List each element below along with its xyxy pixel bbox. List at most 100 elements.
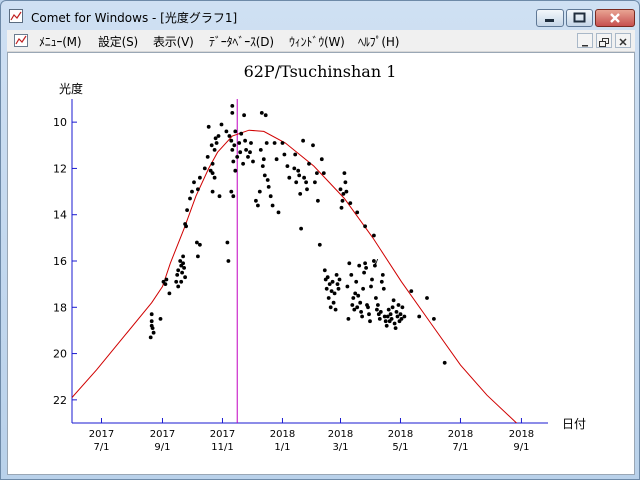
observation-point bbox=[368, 319, 372, 324]
observation-point bbox=[185, 208, 190, 213]
menu-item-window[interactable]: ｳｨﾝﾄﾞｳ(W) bbox=[289, 33, 345, 50]
observation-point bbox=[393, 326, 398, 330]
observation-point bbox=[183, 275, 188, 280]
observation-point bbox=[378, 310, 383, 314]
observation-point bbox=[339, 205, 344, 210]
observation-point bbox=[344, 189, 349, 194]
observation-point bbox=[225, 240, 230, 245]
observation-point bbox=[229, 138, 234, 143]
minimize-icon bbox=[545, 19, 554, 22]
observation-point bbox=[380, 273, 385, 277]
menu-item-database[interactable]: ﾃﾞｰﾀﾍﾞｰｽ(D) bbox=[209, 33, 274, 50]
observation-point bbox=[322, 268, 327, 273]
x-tick-date: 1/1 bbox=[274, 442, 290, 453]
menu-item-settings[interactable]: 設定(S) bbox=[98, 33, 138, 50]
observation-point bbox=[163, 282, 168, 286]
observation-point bbox=[402, 314, 407, 319]
observation-point bbox=[338, 187, 343, 192]
menu-item-menu[interactable]: ﾒﾆｭｰ(M) bbox=[39, 33, 82, 50]
menu-item-help[interactable]: ﾍﾙﾌﾟ(H) bbox=[358, 33, 399, 50]
observation-point bbox=[319, 157, 324, 162]
observation-point bbox=[364, 266, 368, 270]
observation-point bbox=[347, 261, 352, 266]
x-tick-date: 3/1 bbox=[332, 442, 348, 453]
observation-point bbox=[341, 192, 346, 196]
observation-point bbox=[276, 210, 281, 215]
observation-point bbox=[230, 104, 235, 108]
observation-point bbox=[293, 152, 298, 157]
observation-point bbox=[355, 305, 360, 310]
observation-point bbox=[337, 277, 342, 282]
observation-point bbox=[183, 222, 188, 226]
maximize-button[interactable] bbox=[566, 9, 593, 27]
x-tick-date: 9/1 bbox=[154, 442, 170, 453]
observation-point bbox=[272, 141, 277, 145]
observation-point bbox=[333, 307, 338, 312]
y-tick-label: 16 bbox=[53, 255, 67, 268]
observation-point bbox=[280, 141, 285, 145]
observation-point bbox=[331, 300, 336, 305]
observation-point bbox=[343, 180, 348, 185]
x-tick-year: 2017 bbox=[210, 429, 235, 440]
mdi-close-button[interactable] bbox=[615, 33, 631, 48]
observation-point bbox=[375, 307, 379, 312]
y-tick-label: 12 bbox=[53, 162, 67, 175]
window-title: Comet for Windows - [光度グラフ1] bbox=[31, 11, 238, 25]
y-tick-label: 10 bbox=[53, 116, 67, 129]
observation-point bbox=[217, 194, 222, 199]
title-bar[interactable]: Comet for Windows - [光度グラフ1] bbox=[1, 1, 639, 31]
menu-item-view[interactable]: 表示(V) bbox=[153, 33, 194, 50]
observation-point bbox=[302, 175, 306, 180]
observation-point bbox=[263, 113, 268, 118]
observation-point bbox=[388, 312, 393, 317]
observation-point bbox=[192, 180, 196, 185]
observation-point bbox=[261, 157, 266, 162]
observation-point bbox=[381, 286, 386, 291]
document-chart-icon[interactable] bbox=[14, 34, 28, 47]
observation-point bbox=[287, 175, 292, 180]
observation-point bbox=[317, 242, 322, 247]
axes bbox=[71, 99, 548, 424]
observation-point bbox=[326, 296, 331, 300]
observation-point bbox=[229, 189, 234, 194]
observation-point bbox=[383, 319, 388, 324]
mdi-restore-button[interactable] bbox=[596, 33, 612, 48]
chart-title: 62P/Tsuchinshan 1 bbox=[244, 62, 397, 81]
observation-point bbox=[340, 198, 345, 203]
observation-point bbox=[304, 180, 308, 185]
observation-point bbox=[158, 317, 163, 321]
observation-point bbox=[353, 291, 358, 296]
close-button[interactable] bbox=[595, 9, 635, 27]
x-tick-date: 11/1 bbox=[211, 442, 233, 453]
observation-point bbox=[354, 279, 359, 284]
observation-point bbox=[305, 187, 309, 192]
observation-point bbox=[206, 124, 211, 129]
close-icon bbox=[610, 13, 620, 23]
observation-point bbox=[268, 194, 273, 199]
observation-point bbox=[389, 317, 394, 321]
minimize-button[interactable] bbox=[536, 9, 564, 27]
observation-point bbox=[174, 279, 179, 284]
observation-point bbox=[432, 317, 436, 321]
observation-point bbox=[329, 289, 334, 293]
observation-point bbox=[398, 312, 403, 317]
observation-point bbox=[334, 273, 339, 277]
observation-point bbox=[335, 282, 340, 286]
x-tick-year: 2018 bbox=[270, 429, 295, 440]
observation-point bbox=[181, 261, 186, 266]
mdi-minimize-button[interactable] bbox=[577, 33, 593, 48]
observation-point bbox=[164, 277, 169, 282]
observation-point bbox=[311, 143, 315, 148]
observation-point bbox=[442, 360, 447, 365]
observation-point bbox=[233, 129, 238, 134]
observation-point bbox=[358, 300, 363, 305]
observation-point bbox=[231, 159, 236, 164]
observation-point bbox=[376, 303, 380, 307]
observation-point bbox=[244, 148, 249, 152]
observation-point bbox=[363, 261, 367, 266]
observation-point bbox=[238, 150, 243, 155]
observation-point bbox=[180, 270, 185, 275]
observation-point bbox=[249, 141, 253, 145]
observation-point bbox=[210, 189, 215, 194]
x-tick-year: 2017 bbox=[150, 429, 175, 440]
